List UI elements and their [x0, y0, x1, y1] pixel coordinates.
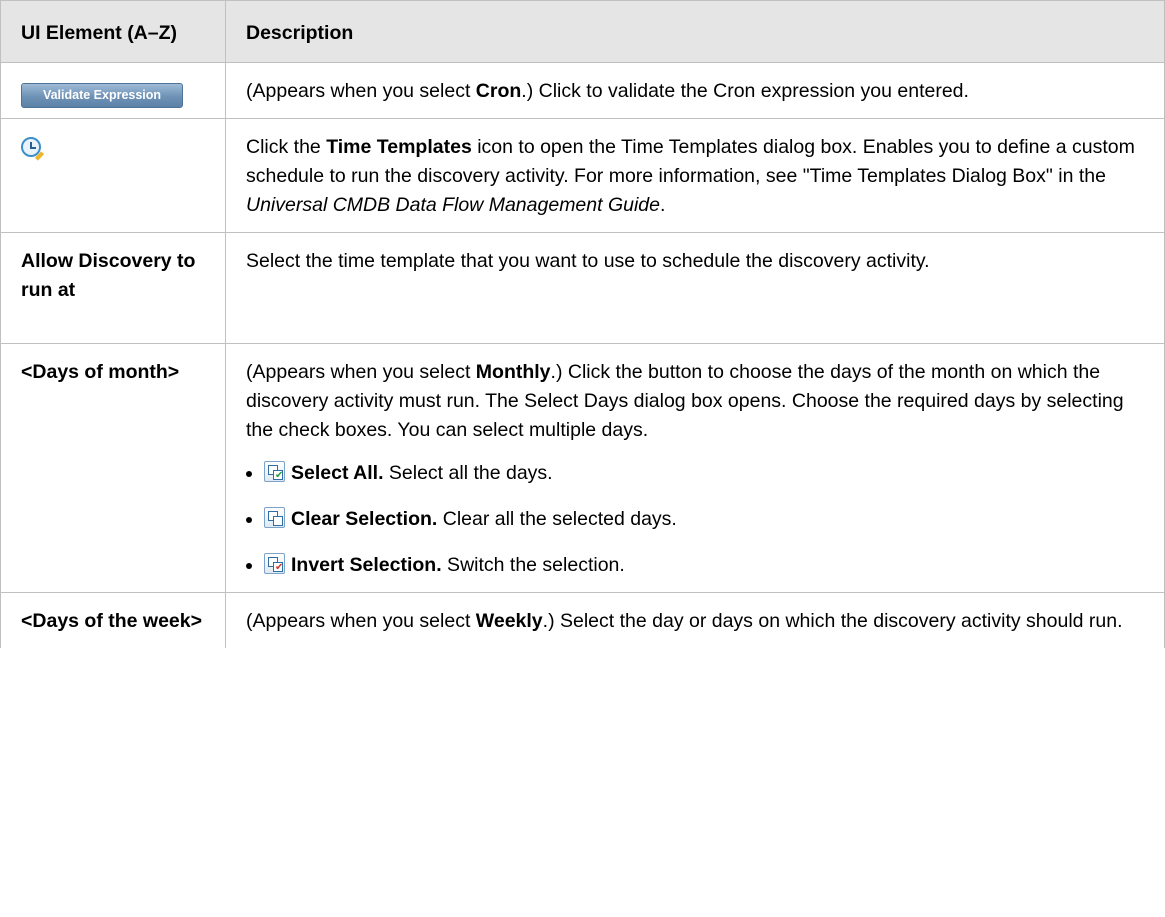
validate-expression-button-image: Validate Expression: [21, 83, 183, 108]
item-title: Select All.: [291, 462, 384, 484]
clear-selection-icon: [264, 507, 285, 528]
element-cell: [0, 118, 226, 233]
header-ui-element: UI Element (A–Z): [0, 0, 226, 63]
table-row: <Days of the week> (Appears when you sel…: [0, 592, 1165, 648]
desc-text: (Appears when you select: [246, 361, 476, 383]
list-item: ✔ Select All. Select all the days.: [264, 459, 1144, 488]
table-row: <Days of month> (Appears when you select…: [0, 343, 1165, 593]
item-text: Clear all the selected days.: [437, 508, 677, 530]
desc-bold: Monthly: [475, 361, 551, 383]
selection-options-list: ✔ Select All. Select all the days. Clear …: [246, 459, 1144, 580]
item-title: Invert Selection.: [291, 554, 442, 576]
description-cell: (Appears when you select Cron.) Click to…: [225, 62, 1165, 119]
desc-text: Click the: [246, 136, 327, 158]
description-cell: Click the Time Templates icon to open th…: [225, 118, 1165, 233]
element-cell: <Days of month>: [0, 343, 226, 593]
description-cell: (Appears when you select Monthly.) Click…: [225, 343, 1165, 593]
table-row: Click the Time Templates icon to open th…: [0, 118, 1165, 233]
desc-bold: Cron: [475, 80, 522, 102]
desc-paragraph: (Appears when you select Monthly.) Click…: [246, 358, 1144, 445]
desc-text: .) Select the day or days on which the d…: [542, 610, 1123, 632]
ui-element-table: UI Element (A–Z) Description Validate Ex…: [0, 0, 1165, 648]
desc-text: (Appears when you select: [246, 610, 476, 632]
item-text: Select all the days.: [383, 462, 553, 484]
item-title: Clear Selection.: [291, 508, 438, 530]
table-header-row: UI Element (A–Z) Description: [0, 0, 1165, 63]
select-all-icon: ✔: [264, 461, 285, 482]
table-row: Validate Expression (Appears when you se…: [0, 62, 1165, 119]
time-templates-icon: [21, 137, 45, 161]
guide-title: Universal CMDB Data Flow Management Guid…: [246, 194, 660, 216]
element-cell: Validate Expression: [0, 62, 226, 119]
desc-text: (Appears when you select: [246, 80, 476, 102]
description-cell: (Appears when you select Weekly.) Select…: [225, 592, 1165, 648]
element-cell: <Days of the week>: [0, 592, 226, 648]
invert-selection-icon: ✔: [264, 553, 285, 574]
desc-bold: Weekly: [475, 610, 543, 632]
table-row: Allow Discovery to run at Select the tim…: [0, 232, 1165, 344]
list-item: Clear Selection. Clear all the selected …: [264, 505, 1144, 534]
list-item: ✔ Invert Selection. Switch the selection.: [264, 551, 1144, 580]
desc-bold: Time Templates: [326, 136, 472, 158]
description-cell: Select the time template that you want t…: [225, 232, 1165, 344]
desc-text: .) Click to validate the Cron expression…: [521, 80, 969, 102]
item-text: Switch the selection.: [441, 554, 625, 576]
header-description: Description: [225, 0, 1165, 63]
desc-text: .: [660, 194, 666, 216]
element-cell: Allow Discovery to run at: [0, 232, 226, 344]
